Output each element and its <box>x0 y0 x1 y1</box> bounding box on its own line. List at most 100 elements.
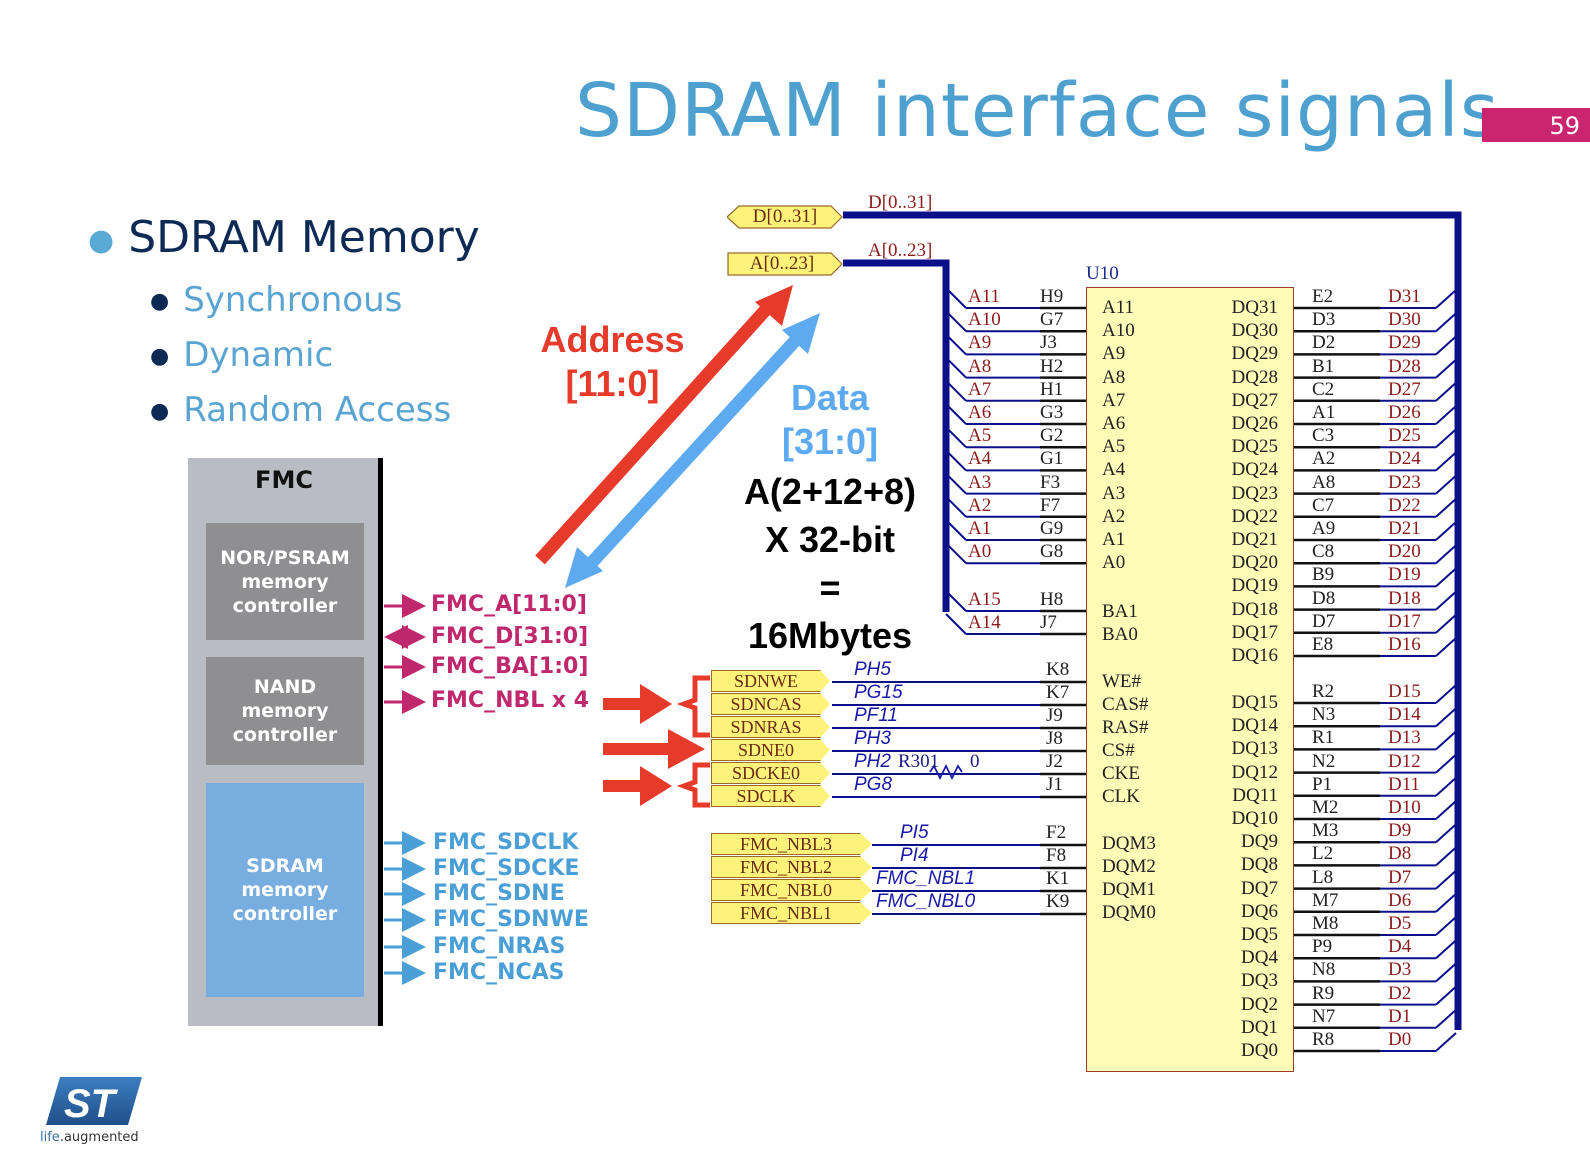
blue-signal-arrows <box>384 831 426 985</box>
tagline-life: life <box>40 1130 60 1145</box>
chip-pin-label: A5 <box>1102 436 1126 458</box>
chip-pin-label: DQ8 <box>1241 854 1278 876</box>
chip-pin-label: DQ21 <box>1231 529 1278 550</box>
chip-pin-label: A0 <box>1102 552 1126 574</box>
chip-pin-label: A1 <box>1102 529 1126 550</box>
mcu-pin-label: PI5 <box>900 822 929 843</box>
data-wire-diag <box>1435 405 1457 425</box>
chip-pin-label: A8 <box>1102 366 1126 388</box>
port-arrow-icon <box>860 856 872 878</box>
tagline-augmented: .augmented <box>59 1130 139 1145</box>
control-ball-label: J2 <box>1046 751 1063 772</box>
data-net-label: D19 <box>1388 564 1421 586</box>
data-ball-label: D3 <box>1312 309 1336 331</box>
data-net-label: D9 <box>1388 820 1412 842</box>
address-net-label: A9 <box>968 332 992 354</box>
address-ball-label: H2 <box>1040 355 1064 377</box>
data-net-label: D18 <box>1388 587 1421 609</box>
port-arrow-icon <box>860 902 872 924</box>
data-ball-label: R2 <box>1312 681 1335 702</box>
chip-pin-label: RAS# <box>1102 717 1149 738</box>
chip-pin-label: CLK <box>1102 786 1140 807</box>
address-net-label: A7 <box>968 378 992 400</box>
data-wire-diag <box>1435 916 1457 936</box>
svg-text:ST: ST <box>64 1082 119 1126</box>
data-ball-label: E2 <box>1312 286 1334 307</box>
data-net-label: D10 <box>1388 797 1421 818</box>
data-ball-label: C2 <box>1312 378 1335 400</box>
data-net-label: D23 <box>1388 471 1421 493</box>
data-net-label: D29 <box>1388 332 1421 354</box>
data-net-label: D11 <box>1388 773 1421 795</box>
address-ball-label: G2 <box>1040 425 1064 447</box>
address-arrow <box>535 285 793 565</box>
chip-pin-label: BA1 <box>1102 601 1138 622</box>
mcu-pin-label: PI4 <box>900 845 929 866</box>
data-ball-label: N2 <box>1312 750 1336 772</box>
address-ball-label: H1 <box>1040 378 1064 400</box>
data-ball-label: B9 <box>1312 564 1335 586</box>
port-arrow-icon <box>820 693 830 715</box>
data-net-label: D22 <box>1388 494 1421 516</box>
resistor-value: 0 <box>970 751 980 772</box>
data-wire-diag <box>1435 590 1457 611</box>
net-label-data: D[0..31] <box>868 192 933 213</box>
data-wire-diag <box>1435 730 1457 751</box>
mcu-pin-label: PH2 <box>854 751 891 772</box>
address-net-label: A10 <box>968 309 1001 331</box>
data-ball-label: D2 <box>1312 332 1336 354</box>
chip-pin-label: DQ31 <box>1231 297 1278 318</box>
address-net-label: A11 <box>968 286 1001 307</box>
chip-pin-label: A6 <box>1102 413 1126 434</box>
chip-pin-label: DQ23 <box>1231 482 1278 504</box>
mcu-pin-label: PH5 <box>854 659 891 680</box>
data-ball-label: M3 <box>1312 820 1339 842</box>
data-ball-label: L2 <box>1312 843 1334 865</box>
chip-pin-label: DQ17 <box>1231 621 1278 643</box>
data-wire-diag <box>1435 521 1457 541</box>
chip-pin-label: DQ20 <box>1231 552 1278 574</box>
mask-ball-label: K1 <box>1046 868 1070 889</box>
address-bus <box>843 259 950 612</box>
address-wires <box>945 287 1086 636</box>
data-arrow <box>565 313 820 588</box>
data-net-label: D7 <box>1388 866 1412 888</box>
data-ball-label: L8 <box>1312 866 1334 888</box>
control-port: SDNWE <box>711 670 821 692</box>
data-wire-diag <box>1435 777 1457 797</box>
data-wire-diag <box>1435 567 1457 588</box>
chip-pin-label: CS# <box>1102 740 1135 761</box>
chip-pin-label: DQ14 <box>1231 715 1278 737</box>
address-ball-label: H9 <box>1040 286 1064 307</box>
data-wire-diag <box>1435 939 1457 959</box>
chip-pin-label: DQ25 <box>1231 436 1278 458</box>
data-ball-label: A2 <box>1312 448 1336 470</box>
data-net-label: D12 <box>1388 750 1421 772</box>
pink-signal-arrows <box>384 594 426 714</box>
bank-ball-label: H8 <box>1040 589 1064 610</box>
chip-pin-label: CKE <box>1102 763 1140 784</box>
port-label: A[0..23] <box>749 253 815 274</box>
port-arrow-icon <box>860 879 872 901</box>
port-arrow-icon <box>820 716 830 738</box>
data-ball-label: M2 <box>1312 797 1339 818</box>
data-net-label: D1 <box>1388 1005 1412 1027</box>
data-ball-label: A1 <box>1312 402 1336 423</box>
chip-pin-label: A11 <box>1102 297 1135 318</box>
data-wire-diag <box>1435 358 1457 379</box>
port-arrow-icon <box>820 785 830 807</box>
data-wire-diag <box>1435 684 1457 704</box>
chip-pin-label: A3 <box>1102 482 1126 504</box>
data-wire-diag <box>1435 312 1457 332</box>
chip-pin-label: DQ0 <box>1241 1040 1278 1061</box>
address-net-label: A2 <box>968 494 992 516</box>
mcu-pin-label: FMC_NBL0 <box>876 891 976 912</box>
data-wire-diag <box>1435 1032 1457 1052</box>
bank-ball-label: J7 <box>1040 612 1057 633</box>
data-net-label: D26 <box>1388 402 1421 423</box>
data-wire-diag <box>1435 498 1457 518</box>
data-net-label: D13 <box>1388 727 1421 749</box>
data-ball-label: N7 <box>1312 1005 1336 1027</box>
data-net-label: D31 <box>1388 286 1421 307</box>
data-net-label: D25 <box>1388 425 1421 447</box>
